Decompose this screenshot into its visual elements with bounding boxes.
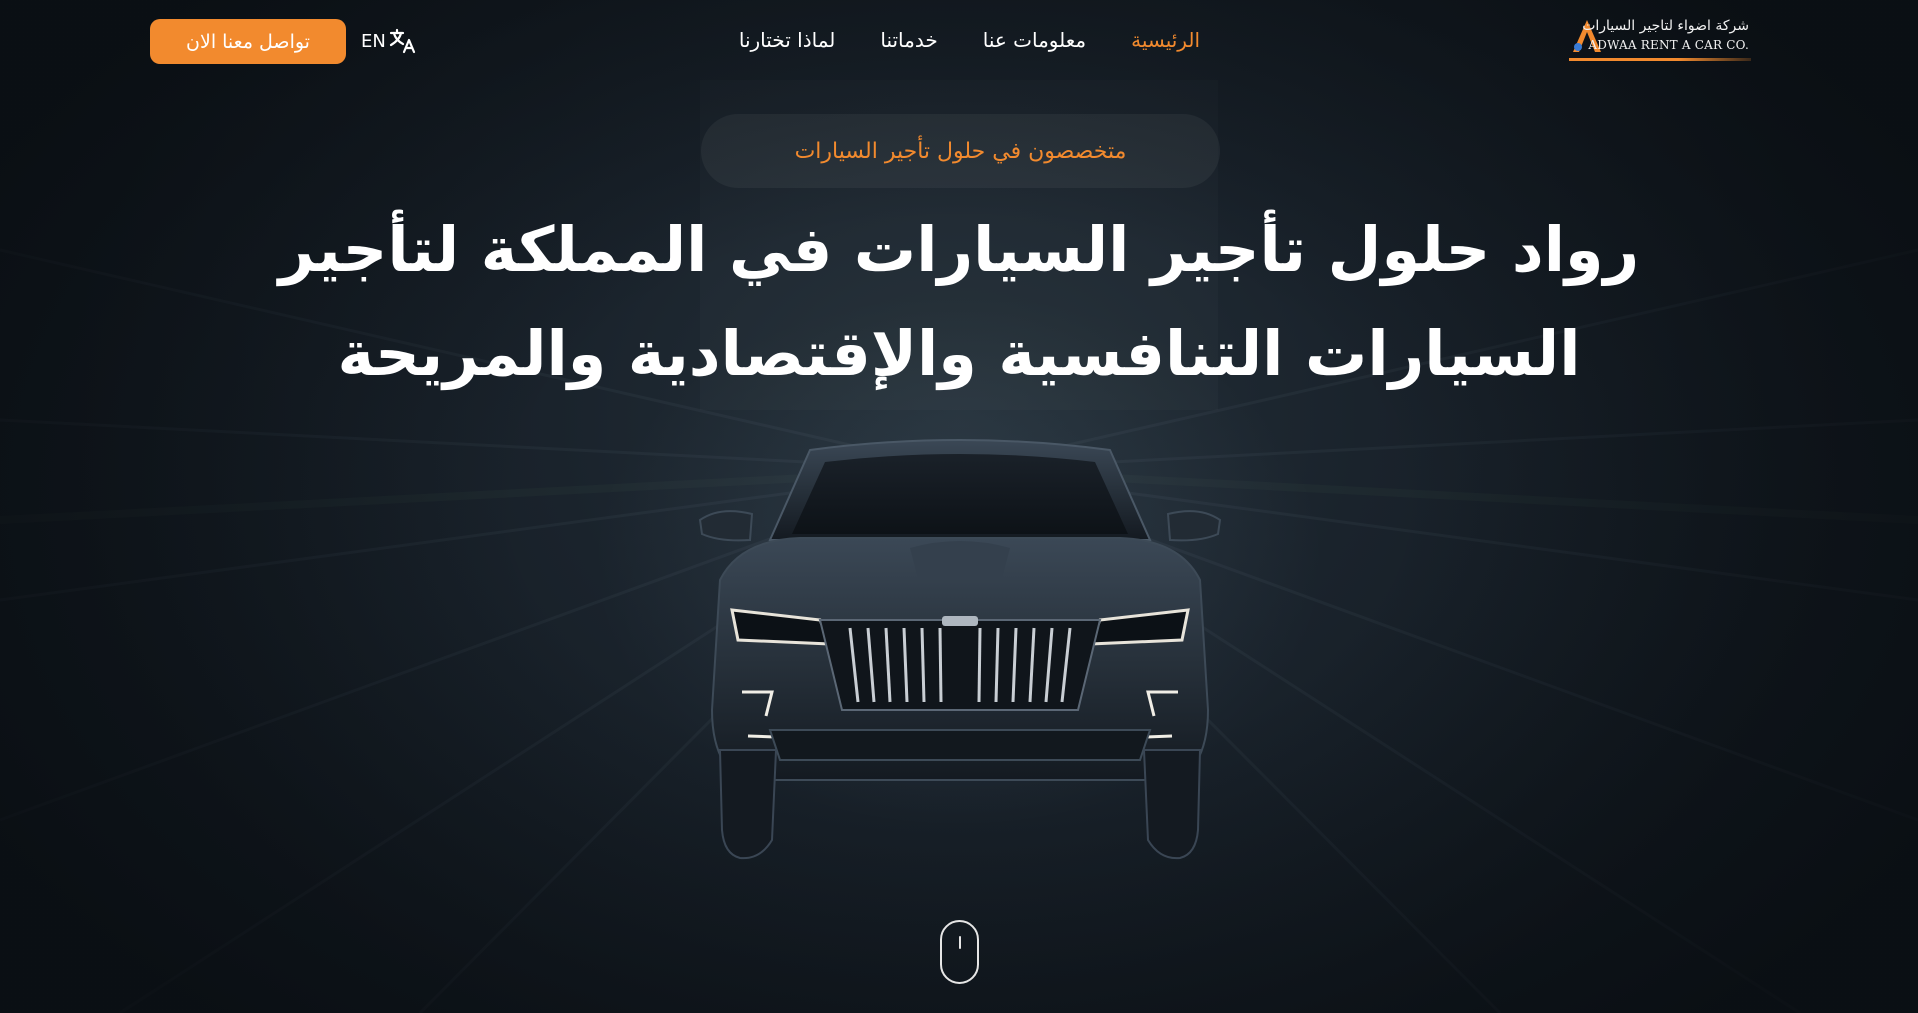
- logo-arabic-text: شركة اضواء لتاجير السيارات: [1582, 18, 1749, 34]
- contact-now-button[interactable]: تواصل معنا الان: [150, 19, 346, 64]
- nav-item-why-us[interactable]: لماذا تختارنا: [739, 28, 836, 52]
- language-switcher[interactable]: EN: [361, 26, 418, 56]
- scroll-wheel-indicator: [959, 936, 961, 949]
- nav-item-services[interactable]: خدماتنا: [880, 28, 937, 52]
- logo-english-text: ADWAA RENT A CAR CO.: [1588, 38, 1749, 52]
- hero-section: تواصل معنا الان EN الرئيسية معلومات عنا …: [0, 0, 1918, 1013]
- nav-item-home[interactable]: الرئيسية: [1131, 28, 1200, 52]
- company-logo[interactable]: شركة اضواء لتاجير السيارات ADWAA RENT A …: [1569, 16, 1751, 64]
- specialty-badge: متخصصون في حلول تأجير السيارات: [701, 114, 1220, 188]
- language-label: EN: [361, 30, 386, 52]
- hero-car-image: [698, 439, 1222, 860]
- main-menu: الرئيسية معلومات عنا خدماتنا لماذا تختار…: [739, 28, 1200, 52]
- nav-item-about[interactable]: معلومات عنا: [983, 28, 1086, 52]
- translate-icon: [389, 28, 415, 54]
- top-navigation: تواصل معنا الان EN الرئيسية معلومات عنا …: [0, 0, 1918, 84]
- hero-headline: رواد حلول تأجير السيارات في المملكة لتأج…: [278, 213, 1640, 390]
- logo-underline: [1569, 58, 1751, 61]
- mouse-scroll-icon[interactable]: [940, 920, 979, 984]
